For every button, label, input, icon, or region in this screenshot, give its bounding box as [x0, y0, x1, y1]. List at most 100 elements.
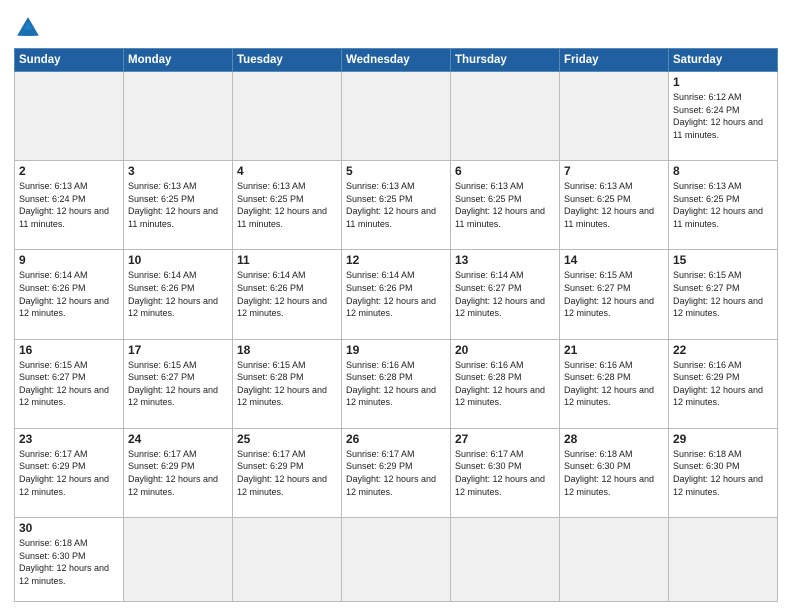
weekday-header-thursday: Thursday	[451, 49, 560, 72]
day-info: Sunrise: 6:13 AM Sunset: 6:25 PM Dayligh…	[237, 180, 337, 230]
day-info: Sunrise: 6:18 AM Sunset: 6:30 PM Dayligh…	[564, 448, 664, 498]
day-number: 18	[237, 343, 337, 357]
day-number: 11	[237, 253, 337, 267]
day-number: 3	[128, 164, 228, 178]
day-info: Sunrise: 6:15 AM Sunset: 6:28 PM Dayligh…	[237, 359, 337, 409]
day-number: 4	[237, 164, 337, 178]
day-info: Sunrise: 6:15 AM Sunset: 6:27 PM Dayligh…	[564, 269, 664, 319]
calendar-cell-w2d4: 13 Sunrise: 6:14 AM Sunset: 6:27 PM Dayli…	[451, 250, 560, 339]
day-info: Sunrise: 6:16 AM Sunset: 6:29 PM Dayligh…	[673, 359, 773, 409]
header	[14, 10, 778, 42]
day-number: 1	[673, 75, 773, 89]
calendar-cell-w3d1: 17 Sunrise: 6:15 AM Sunset: 6:27 PM Dayli…	[124, 339, 233, 428]
calendar-week-2: 9 Sunrise: 6:14 AM Sunset: 6:26 PM Daylig…	[15, 250, 778, 339]
day-info: Sunrise: 6:14 AM Sunset: 6:26 PM Dayligh…	[237, 269, 337, 319]
day-number: 25	[237, 432, 337, 446]
day-number: 24	[128, 432, 228, 446]
calendar-cell-w1d3: 5Sunrise: 6:13 AM Sunset: 6:25 PM Daylig…	[342, 161, 451, 250]
day-info: Sunrise: 6:13 AM Sunset: 6:25 PM Dayligh…	[455, 180, 555, 230]
day-number: 12	[346, 253, 446, 267]
logo	[14, 14, 46, 42]
calendar-cell-w1d4: 6 Sunrise: 6:13 AM Sunset: 6:25 PM Daylig…	[451, 161, 560, 250]
calendar-week-3: 16 Sunrise: 6:15 AM Sunset: 6:27 PM Dayli…	[15, 339, 778, 428]
calendar-cell-w1d5: 7Sunrise: 6:13 AM Sunset: 6:25 PM Daylig…	[560, 161, 669, 250]
calendar-cell-w2d1: 10 Sunrise: 6:14 AM Sunset: 6:26 PM Dayli…	[124, 250, 233, 339]
calendar-cell-w0d6: 1Sunrise: 6:12 AM Sunset: 6:24 PM Daylig…	[669, 72, 778, 161]
day-number: 7	[564, 164, 664, 178]
day-number: 13	[455, 253, 555, 267]
calendar-cell-w5d2	[233, 518, 342, 602]
day-info: Sunrise: 6:13 AM Sunset: 6:25 PM Dayligh…	[673, 180, 773, 230]
day-info: Sunrise: 6:14 AM Sunset: 6:27 PM Dayligh…	[455, 269, 555, 319]
weekday-header-row: SundayMondayTuesdayWednesdayThursdayFrid…	[15, 49, 778, 72]
calendar-cell-w5d3	[342, 518, 451, 602]
day-number: 17	[128, 343, 228, 357]
calendar-page: SundayMondayTuesdayWednesdayThursdayFrid…	[0, 0, 792, 612]
calendar-cell-w4d2: 25Sunrise: 6:17 AM Sunset: 6:29 PM Dayli…	[233, 428, 342, 517]
day-number: 10	[128, 253, 228, 267]
day-number: 30	[19, 521, 119, 535]
day-number: 14	[564, 253, 664, 267]
day-info: Sunrise: 6:16 AM Sunset: 6:28 PM Dayligh…	[346, 359, 446, 409]
calendar-cell-w1d2: 4 Sunrise: 6:13 AM Sunset: 6:25 PM Daylig…	[233, 161, 342, 250]
day-info: Sunrise: 6:15 AM Sunset: 6:27 PM Dayligh…	[673, 269, 773, 319]
day-number: 28	[564, 432, 664, 446]
day-info: Sunrise: 6:17 AM Sunset: 6:30 PM Dayligh…	[455, 448, 555, 498]
calendar-cell-w1d0: 2Sunrise: 6:13 AM Sunset: 6:24 PM Daylig…	[15, 161, 124, 250]
calendar-cell-w1d6: 8Sunrise: 6:13 AM Sunset: 6:25 PM Daylig…	[669, 161, 778, 250]
calendar-cell-w4d0: 23 Sunrise: 6:17 AM Sunset: 6:29 PM Dayli…	[15, 428, 124, 517]
calendar-cell-w3d6: 22 Sunrise: 6:16 AM Sunset: 6:29 PM Dayli…	[669, 339, 778, 428]
weekday-header-friday: Friday	[560, 49, 669, 72]
day-number: 27	[455, 432, 555, 446]
weekday-header-sunday: Sunday	[15, 49, 124, 72]
calendar-week-5: 30 Sunrise: 6:18 AM Sunset: 6:30 PM Dayli…	[15, 518, 778, 602]
day-info: Sunrise: 6:18 AM Sunset: 6:30 PM Dayligh…	[673, 448, 773, 498]
logo-icon	[14, 14, 42, 42]
calendar-cell-w4d1: 24Sunrise: 6:17 AM Sunset: 6:29 PM Dayli…	[124, 428, 233, 517]
day-info: Sunrise: 6:15 AM Sunset: 6:27 PM Dayligh…	[128, 359, 228, 409]
day-info: Sunrise: 6:13 AM Sunset: 6:25 PM Dayligh…	[346, 180, 446, 230]
day-info: Sunrise: 6:17 AM Sunset: 6:29 PM Dayligh…	[19, 448, 119, 498]
calendar-cell-w3d2: 18 Sunrise: 6:15 AM Sunset: 6:28 PM Dayli…	[233, 339, 342, 428]
weekday-header-tuesday: Tuesday	[233, 49, 342, 72]
calendar-cell-w0d3	[342, 72, 451, 161]
day-info: Sunrise: 6:16 AM Sunset: 6:28 PM Dayligh…	[564, 359, 664, 409]
day-number: 22	[673, 343, 773, 357]
day-number: 21	[564, 343, 664, 357]
calendar-cell-w4d3: 26Sunrise: 6:17 AM Sunset: 6:29 PM Dayli…	[342, 428, 451, 517]
day-info: Sunrise: 6:17 AM Sunset: 6:29 PM Dayligh…	[346, 448, 446, 498]
calendar-cell-w0d4	[451, 72, 560, 161]
calendar-cell-w0d0	[15, 72, 124, 161]
calendar-cell-w2d5: 14 Sunrise: 6:15 AM Sunset: 6:27 PM Dayli…	[560, 250, 669, 339]
calendar-body: 1Sunrise: 6:12 AM Sunset: 6:24 PM Daylig…	[15, 72, 778, 602]
calendar-cell-w3d4: 20Sunrise: 6:16 AM Sunset: 6:28 PM Dayli…	[451, 339, 560, 428]
day-info: Sunrise: 6:14 AM Sunset: 6:26 PM Dayligh…	[128, 269, 228, 319]
calendar-cell-w0d5	[560, 72, 669, 161]
day-number: 16	[19, 343, 119, 357]
calendar-week-4: 23 Sunrise: 6:17 AM Sunset: 6:29 PM Dayli…	[15, 428, 778, 517]
day-number: 15	[673, 253, 773, 267]
weekday-header-saturday: Saturday	[669, 49, 778, 72]
day-number: 9	[19, 253, 119, 267]
calendar-cell-w5d1	[124, 518, 233, 602]
calendar-cell-w5d4	[451, 518, 560, 602]
calendar-cell-w1d1: 3 Sunrise: 6:13 AM Sunset: 6:25 PM Daylig…	[124, 161, 233, 250]
calendar-cell-w3d0: 16 Sunrise: 6:15 AM Sunset: 6:27 PM Dayli…	[15, 339, 124, 428]
calendar-cell-w4d4: 27 Sunrise: 6:17 AM Sunset: 6:30 PM Dayli…	[451, 428, 560, 517]
day-info: Sunrise: 6:13 AM Sunset: 6:25 PM Dayligh…	[128, 180, 228, 230]
day-number: 23	[19, 432, 119, 446]
calendar-cell-w3d5: 21 Sunrise: 6:16 AM Sunset: 6:28 PM Dayli…	[560, 339, 669, 428]
day-number: 29	[673, 432, 773, 446]
day-info: Sunrise: 6:14 AM Sunset: 6:26 PM Dayligh…	[346, 269, 446, 319]
calendar-week-1: 2Sunrise: 6:13 AM Sunset: 6:24 PM Daylig…	[15, 161, 778, 250]
calendar-cell-w0d2	[233, 72, 342, 161]
day-info: Sunrise: 6:15 AM Sunset: 6:27 PM Dayligh…	[19, 359, 119, 409]
day-info: Sunrise: 6:14 AM Sunset: 6:26 PM Dayligh…	[19, 269, 119, 319]
calendar-cell-w2d6: 15 Sunrise: 6:15 AM Sunset: 6:27 PM Dayli…	[669, 250, 778, 339]
calendar-cell-w5d0: 30 Sunrise: 6:18 AM Sunset: 6:30 PM Dayli…	[15, 518, 124, 602]
calendar-cell-w0d1	[124, 72, 233, 161]
day-info: Sunrise: 6:18 AM Sunset: 6:30 PM Dayligh…	[19, 537, 119, 587]
calendar-cell-w5d6	[669, 518, 778, 602]
day-number: 6	[455, 164, 555, 178]
day-number: 2	[19, 164, 119, 178]
